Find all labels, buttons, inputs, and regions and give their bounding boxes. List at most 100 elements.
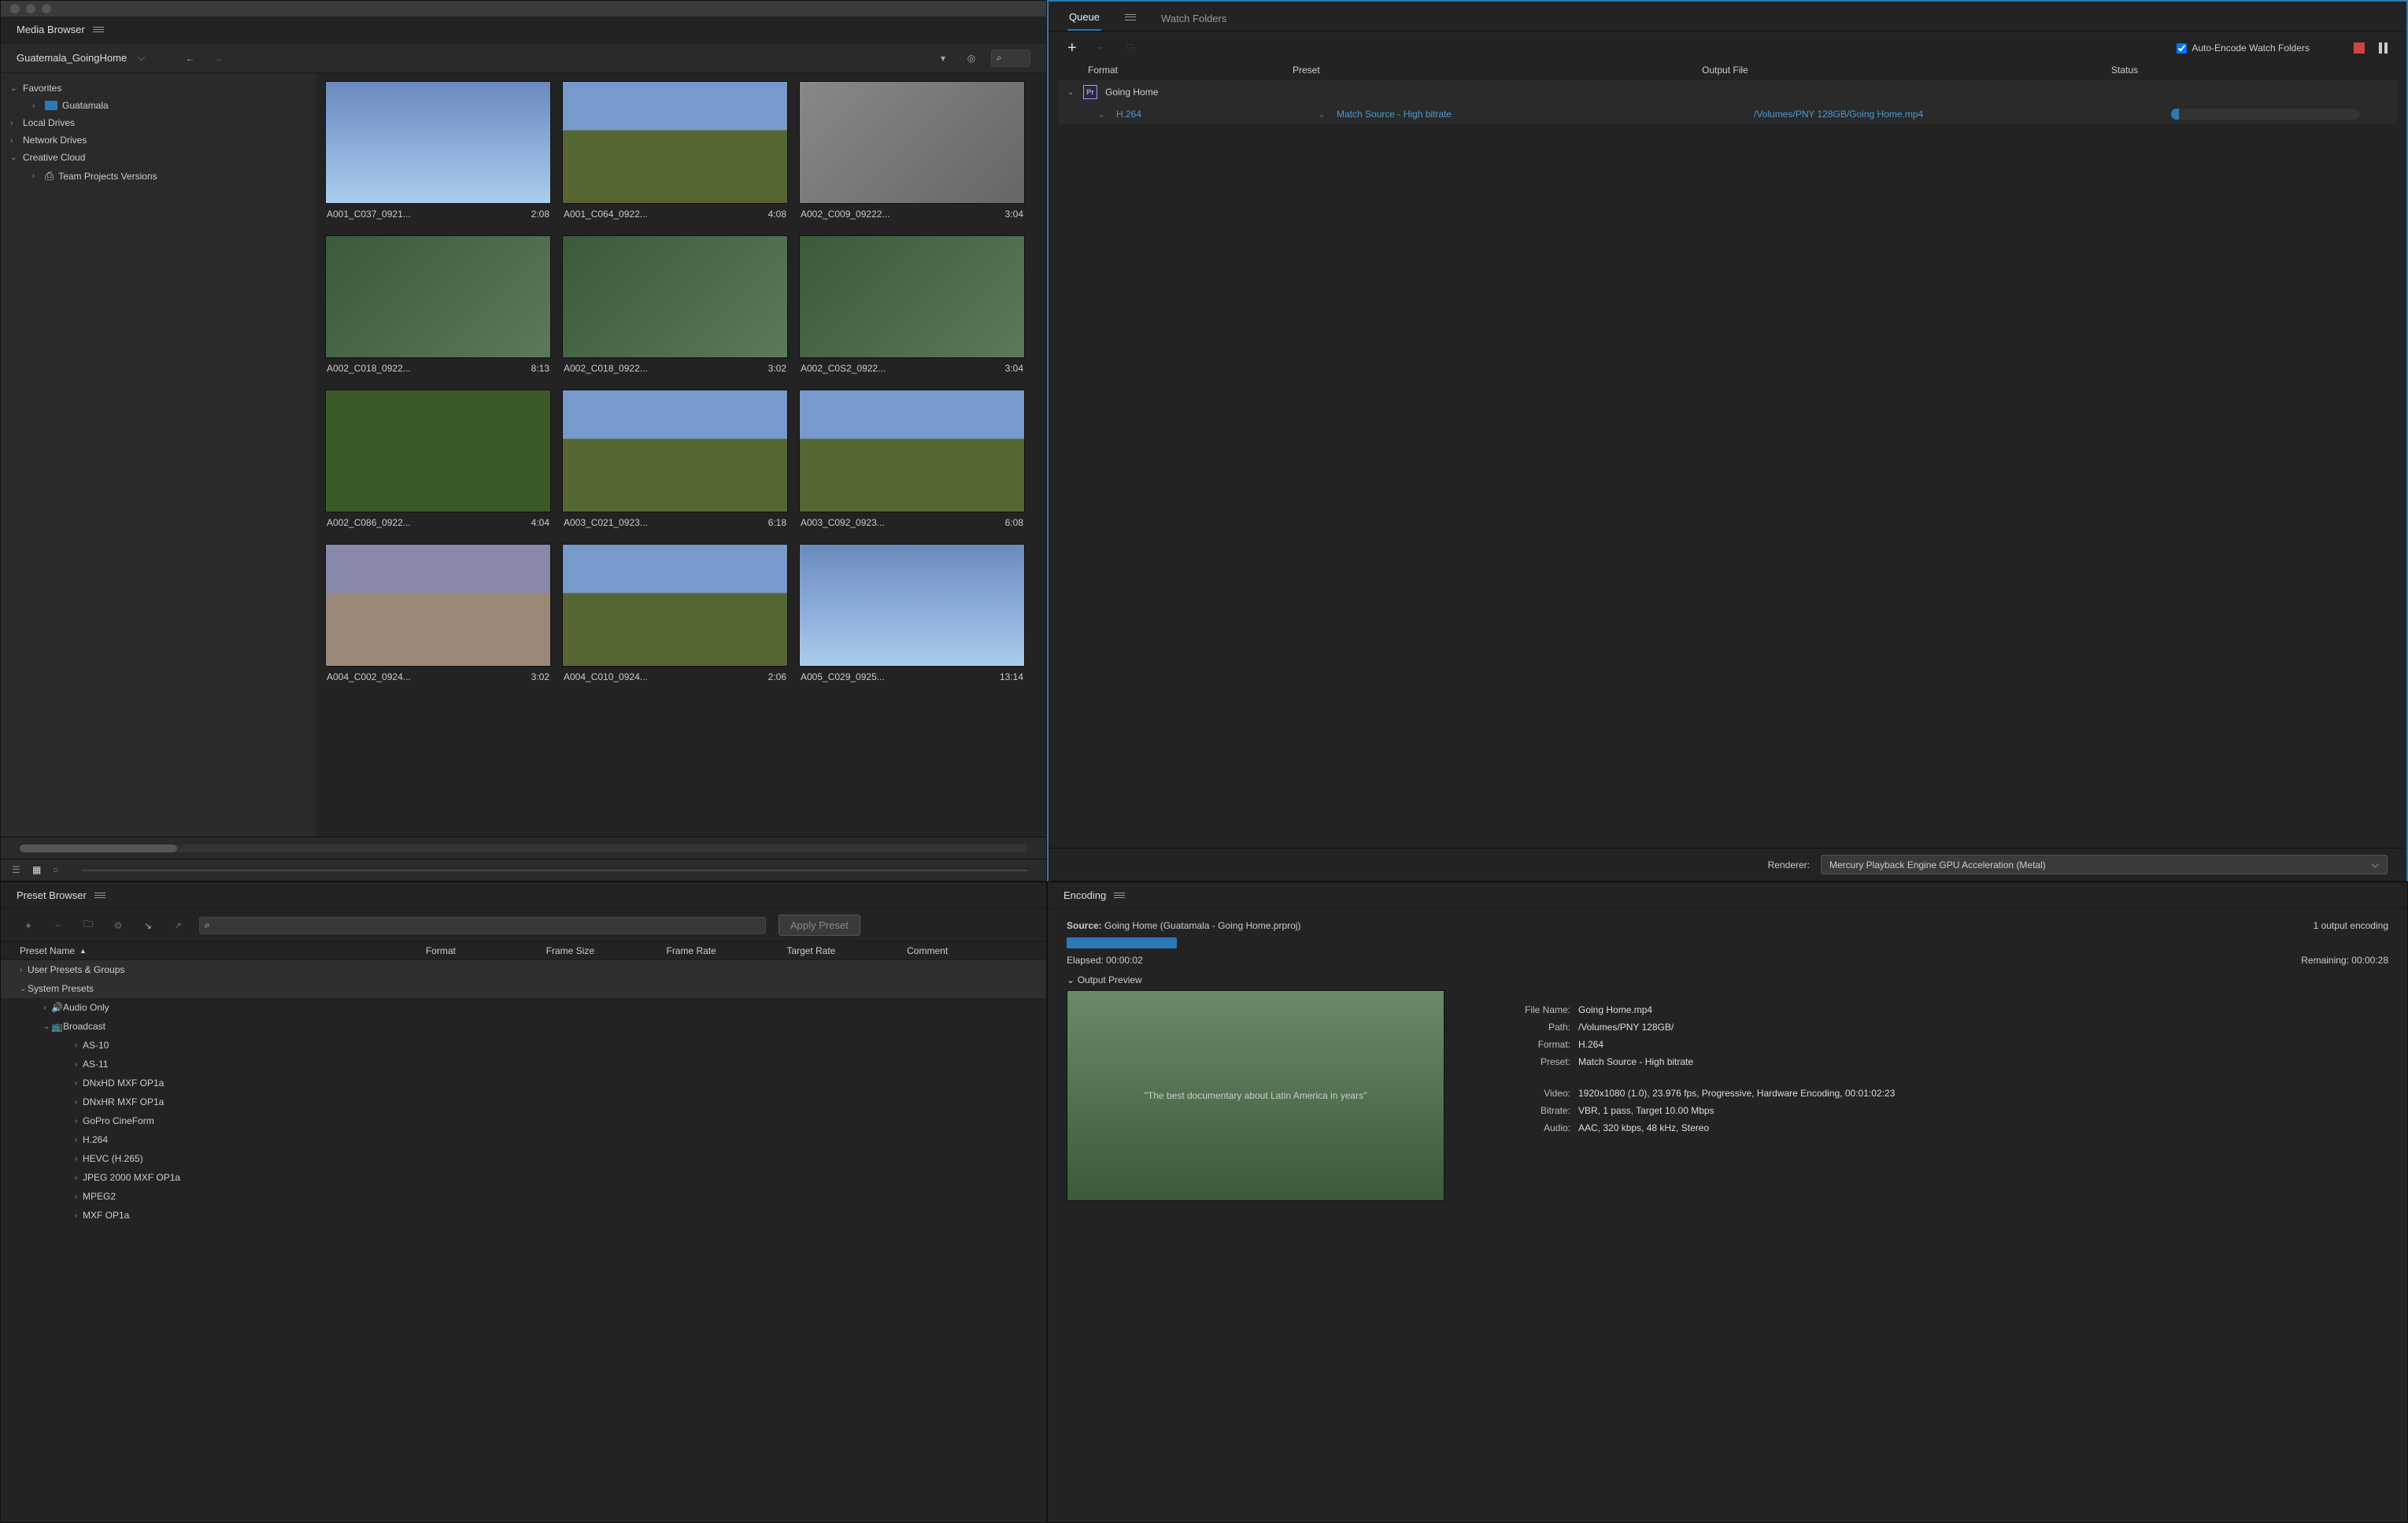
- preset-item[interactable]: ›MPEG2: [1, 1187, 1046, 1206]
- new-preset-button[interactable]: +: [20, 917, 37, 934]
- horizontal-scrollbar[interactable]: [20, 845, 1027, 852]
- clip-thumbnail[interactable]: A004_C002_0924... 3:02: [325, 544, 551, 687]
- info-format: H.264: [1578, 1039, 1603, 1050]
- preset-label: AS-11: [83, 1059, 108, 1070]
- clip-duration: 6:18: [768, 517, 786, 528]
- preset-item[interactable]: ›H.264: [1, 1130, 1046, 1149]
- thumbnail-size-icon[interactable]: ○: [53, 864, 65, 877]
- preset-settings-button[interactable]: ⚙: [109, 917, 127, 934]
- chevron-down-icon[interactable]: ⌄: [1067, 974, 1075, 985]
- chevron-icon: ›: [75, 1155, 83, 1163]
- nav-back-icon[interactable]: ←: [181, 50, 198, 67]
- import-preset-button[interactable]: ↘: [139, 917, 157, 934]
- preset-item[interactable]: ›JPEG 2000 MXF OP1a: [1, 1168, 1046, 1187]
- nav-forward-icon[interactable]: →: [209, 50, 227, 67]
- clip-thumbnail[interactable]: A002_C018_0922...3:02: [562, 235, 788, 379]
- add-source-button[interactable]: +: [1067, 39, 1077, 57]
- preset-header-targetrate[interactable]: Target Rate: [786, 945, 907, 956]
- clip-name: A001_C037_0921...: [327, 209, 411, 220]
- preset-item[interactable]: ›DNxHD MXF OP1a: [1, 1074, 1046, 1092]
- traffic-min[interactable]: [26, 4, 35, 13]
- preset-item[interactable]: ›MXF OP1a: [1, 1206, 1046, 1225]
- clip-thumbnail[interactable]: A004_C010_0924...2:06: [562, 544, 788, 687]
- export-preset-button[interactable]: ↗: [169, 917, 187, 934]
- preset-item[interactable]: ›🔊 Audio Only: [1, 998, 1046, 1017]
- preset-item[interactable]: ›HEVC (H.265): [1, 1149, 1046, 1168]
- thumbnail-view-icon[interactable]: ▦: [32, 864, 45, 877]
- preset-item[interactable]: ⌄System Presets: [1, 979, 1046, 998]
- clip-thumbnail[interactable]: A002_C009_09222...3:04: [799, 81, 1025, 224]
- preset-item[interactable]: ›User Presets & Groups: [1, 960, 1046, 979]
- list-view-icon[interactable]: ☰: [12, 864, 24, 877]
- clip-thumbnail[interactable]: A003_C092_0923...6:08: [799, 390, 1025, 533]
- chevron-down-icon[interactable]: ⌄: [1067, 88, 1075, 97]
- job-output[interactable]: /Volumes/PNY 128GB/Going Home.mp4: [1754, 109, 2163, 120]
- pause-queue-button[interactable]: [2379, 43, 2388, 54]
- clip-duration: 3:02: [531, 671, 549, 682]
- preset-header-format[interactable]: Format: [426, 945, 546, 956]
- traffic-close[interactable]: [10, 4, 20, 13]
- preset-item[interactable]: ›GoPro CineForm: [1, 1111, 1046, 1130]
- preset-header-comment[interactable]: Comment: [907, 945, 1027, 956]
- apply-preset-button[interactable]: Apply Preset: [779, 915, 860, 936]
- chevron-icon: ›: [75, 1136, 83, 1144]
- clip-thumbnail[interactable]: A002_C086_0922...4:04: [325, 390, 551, 533]
- project-icon: ⎙: [45, 169, 54, 183]
- queue-output-row[interactable]: ⌄ H.264 ⌄ Match Source - High bitrate /V…: [1058, 104, 2397, 124]
- delete-preset-button[interactable]: −: [50, 917, 67, 934]
- preset-label: H.264: [83, 1134, 108, 1145]
- preset-item[interactable]: ⌄📺 Broadcast: [1, 1017, 1046, 1036]
- job-preset[interactable]: Match Source - High bitrate: [1337, 109, 1746, 120]
- preset-label: MPEG2: [83, 1191, 116, 1202]
- sidebar-local-drives[interactable]: ›Local Drives: [1, 114, 316, 131]
- tab-watch-folders[interactable]: Watch Folders: [1160, 6, 1228, 31]
- preview-thumbnail: "The best documentary about Latin Americ…: [1067, 990, 1444, 1201]
- clip-image: [325, 235, 551, 358]
- clip-name: A004_C002_0924...: [327, 671, 411, 682]
- new-group-button[interactable]: 🗀: [80, 917, 97, 934]
- job-format[interactable]: H.264: [1116, 109, 1310, 120]
- panel-menu-icon[interactable]: [93, 24, 104, 35]
- clip-thumbnail[interactable]: A001_C037_0921...2:08: [325, 81, 551, 224]
- sidebar-team-projects[interactable]: ›⎙Team Projects Versions: [1, 166, 316, 186]
- preset-label: JPEG 2000 MXF OP1a: [83, 1172, 180, 1183]
- chevron-down-icon[interactable]: ⌵: [138, 52, 145, 64]
- preset-search-input[interactable]: ⌕: [199, 917, 766, 934]
- preset-browser-panel: Preset Browser + − 🗀 ⚙ ↘ ↗ ⌕ Apply Prese…: [0, 882, 1047, 1523]
- preset-item[interactable]: ›AS-11: [1, 1055, 1046, 1074]
- path-dropdown[interactable]: Guatemala_GoingHome: [17, 52, 127, 64]
- preset-item[interactable]: ›AS-10: [1, 1036, 1046, 1055]
- panel-menu-icon[interactable]: [1125, 12, 1136, 23]
- sidebar-favorites[interactable]: ⌄Favorites: [1, 79, 316, 97]
- queue-header-output: Output File: [1702, 65, 2111, 76]
- preset-item[interactable]: ›DNxHR MXF OP1a: [1, 1092, 1046, 1111]
- chevron-icon: ›: [75, 1211, 83, 1220]
- auto-encode-checkbox[interactable]: Auto-Encode Watch Folders: [2177, 43, 2310, 54]
- filter-icon[interactable]: ▾: [934, 50, 952, 67]
- duplicate-button[interactable]: ⿻: [1123, 39, 1140, 57]
- media-search-input[interactable]: ⌕: [991, 50, 1030, 67]
- clip-thumbnail[interactable]: A001_C064_0922...4:08: [562, 81, 788, 224]
- clip-thumbnail[interactable]: A005_C029_0925...13:14: [799, 544, 1025, 687]
- remove-button[interactable]: −: [1091, 39, 1108, 57]
- source-value: Going Home (Guatamala - Going Home.prpro…: [1104, 920, 1300, 931]
- tab-queue[interactable]: Queue: [1067, 5, 1101, 31]
- sidebar-creative-cloud[interactable]: ⌄Creative Cloud: [1, 149, 316, 166]
- chevron-icon: ›: [75, 1192, 83, 1201]
- preset-header-framesize[interactable]: Frame Size: [546, 945, 667, 956]
- clip-thumbnail[interactable]: A003_C021_0923...6:18: [562, 390, 788, 533]
- renderer-dropdown[interactable]: Mercury Playback Engine GPU Acceleration…: [1821, 855, 2388, 874]
- preset-header-framerate[interactable]: Frame Rate: [666, 945, 786, 956]
- sidebar-item-guatamala[interactable]: ›Guatamala: [1, 97, 316, 114]
- preset-header-name[interactable]: Preset Name▲: [20, 945, 426, 956]
- stop-queue-button[interactable]: [2354, 43, 2365, 54]
- ingest-icon[interactable]: ◎: [963, 50, 980, 67]
- clip-thumbnail[interactable]: A002_C0S2_0922...3:04: [799, 235, 1025, 379]
- queue-job[interactable]: ⌄ Pr Going Home ⌄ H.264 ⌄ Match Source -…: [1058, 80, 2397, 124]
- traffic-max[interactable]: [42, 4, 51, 13]
- clip-name: A003_C092_0923...: [801, 517, 885, 528]
- clip-thumbnail[interactable]: A002_C018_0922...8:13: [325, 235, 551, 379]
- sidebar-network-drives[interactable]: ›Network Drives: [1, 131, 316, 149]
- panel-menu-icon[interactable]: [94, 890, 105, 901]
- panel-menu-icon[interactable]: [1114, 890, 1125, 901]
